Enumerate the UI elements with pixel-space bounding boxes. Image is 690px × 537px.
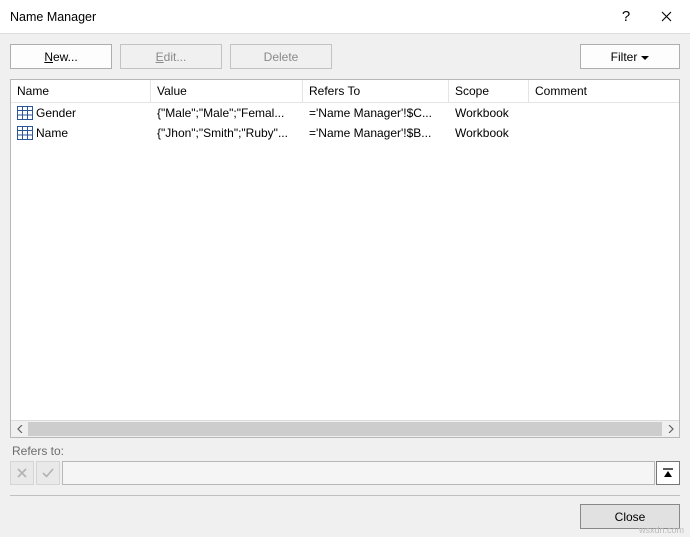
- chevron-down-icon: [641, 50, 649, 64]
- row-value: {"Jhon";"Smith";"Ruby"...: [151, 126, 303, 140]
- toolbar: New... Edit... Delete Filter: [10, 44, 680, 69]
- row-refers: ='Name Manager'!$C...: [303, 106, 449, 120]
- list-header: Name Value Refers To Scope Comment: [11, 80, 679, 103]
- row-name: Name: [36, 126, 68, 140]
- filter-button[interactable]: Filter: [580, 44, 680, 69]
- row-name: Gender: [36, 106, 76, 120]
- collapse-dialog-button[interactable]: [656, 461, 680, 485]
- dialog-content: New... Edit... Delete Filter Name Value …: [0, 34, 690, 537]
- edit-button: Edit...: [120, 44, 222, 69]
- help-button[interactable]: ?: [606, 3, 646, 31]
- row-refers: ='Name Manager'!$B...: [303, 126, 449, 140]
- new-button[interactable]: New...: [10, 44, 112, 69]
- separator: [10, 495, 680, 496]
- attribution: wsxdn.com: [639, 525, 684, 535]
- scroll-right-arrow[interactable]: [662, 421, 679, 437]
- column-header-comment[interactable]: Comment: [529, 80, 679, 102]
- column-header-refers[interactable]: Refers To: [303, 80, 449, 102]
- horizontal-scrollbar[interactable]: [11, 420, 679, 437]
- names-list: Name Value Refers To Scope Comment: [10, 79, 680, 438]
- footer: Close: [10, 504, 680, 529]
- x-icon: [16, 467, 28, 479]
- defined-name-icon: [17, 106, 33, 120]
- scroll-left-arrow[interactable]: [11, 421, 28, 437]
- delete-button: Delete: [230, 44, 332, 69]
- defined-name-icon: [17, 126, 33, 140]
- window-title: Name Manager: [10, 10, 606, 24]
- row-scope: Workbook: [449, 126, 529, 140]
- refers-to-row: [10, 461, 680, 485]
- list-row[interactable]: Name {"Jhon";"Smith";"Ruby"... ='Name Ma…: [11, 123, 679, 143]
- row-value: {"Male";"Male";"Femal...: [151, 106, 303, 120]
- list-body: Gender {"Male";"Male";"Femal... ='Name M…: [11, 103, 679, 420]
- title-bar: Name Manager ?: [0, 0, 690, 34]
- refers-to-label: Refers to:: [12, 444, 680, 458]
- close-window-button[interactable]: [646, 3, 686, 31]
- check-icon: [41, 467, 55, 479]
- scroll-track[interactable]: [28, 421, 662, 437]
- column-header-name[interactable]: Name: [11, 80, 151, 102]
- close-icon: [661, 11, 672, 22]
- confirm-edit-button: [36, 461, 60, 485]
- refers-to-input[interactable]: [62, 461, 655, 485]
- cancel-edit-button: [10, 461, 34, 485]
- scroll-thumb[interactable]: [28, 422, 662, 436]
- row-scope: Workbook: [449, 106, 529, 120]
- range-select-icon: [662, 467, 674, 479]
- column-header-value[interactable]: Value: [151, 80, 303, 102]
- list-row[interactable]: Gender {"Male";"Male";"Femal... ='Name M…: [11, 103, 679, 123]
- column-header-scope[interactable]: Scope: [449, 80, 529, 102]
